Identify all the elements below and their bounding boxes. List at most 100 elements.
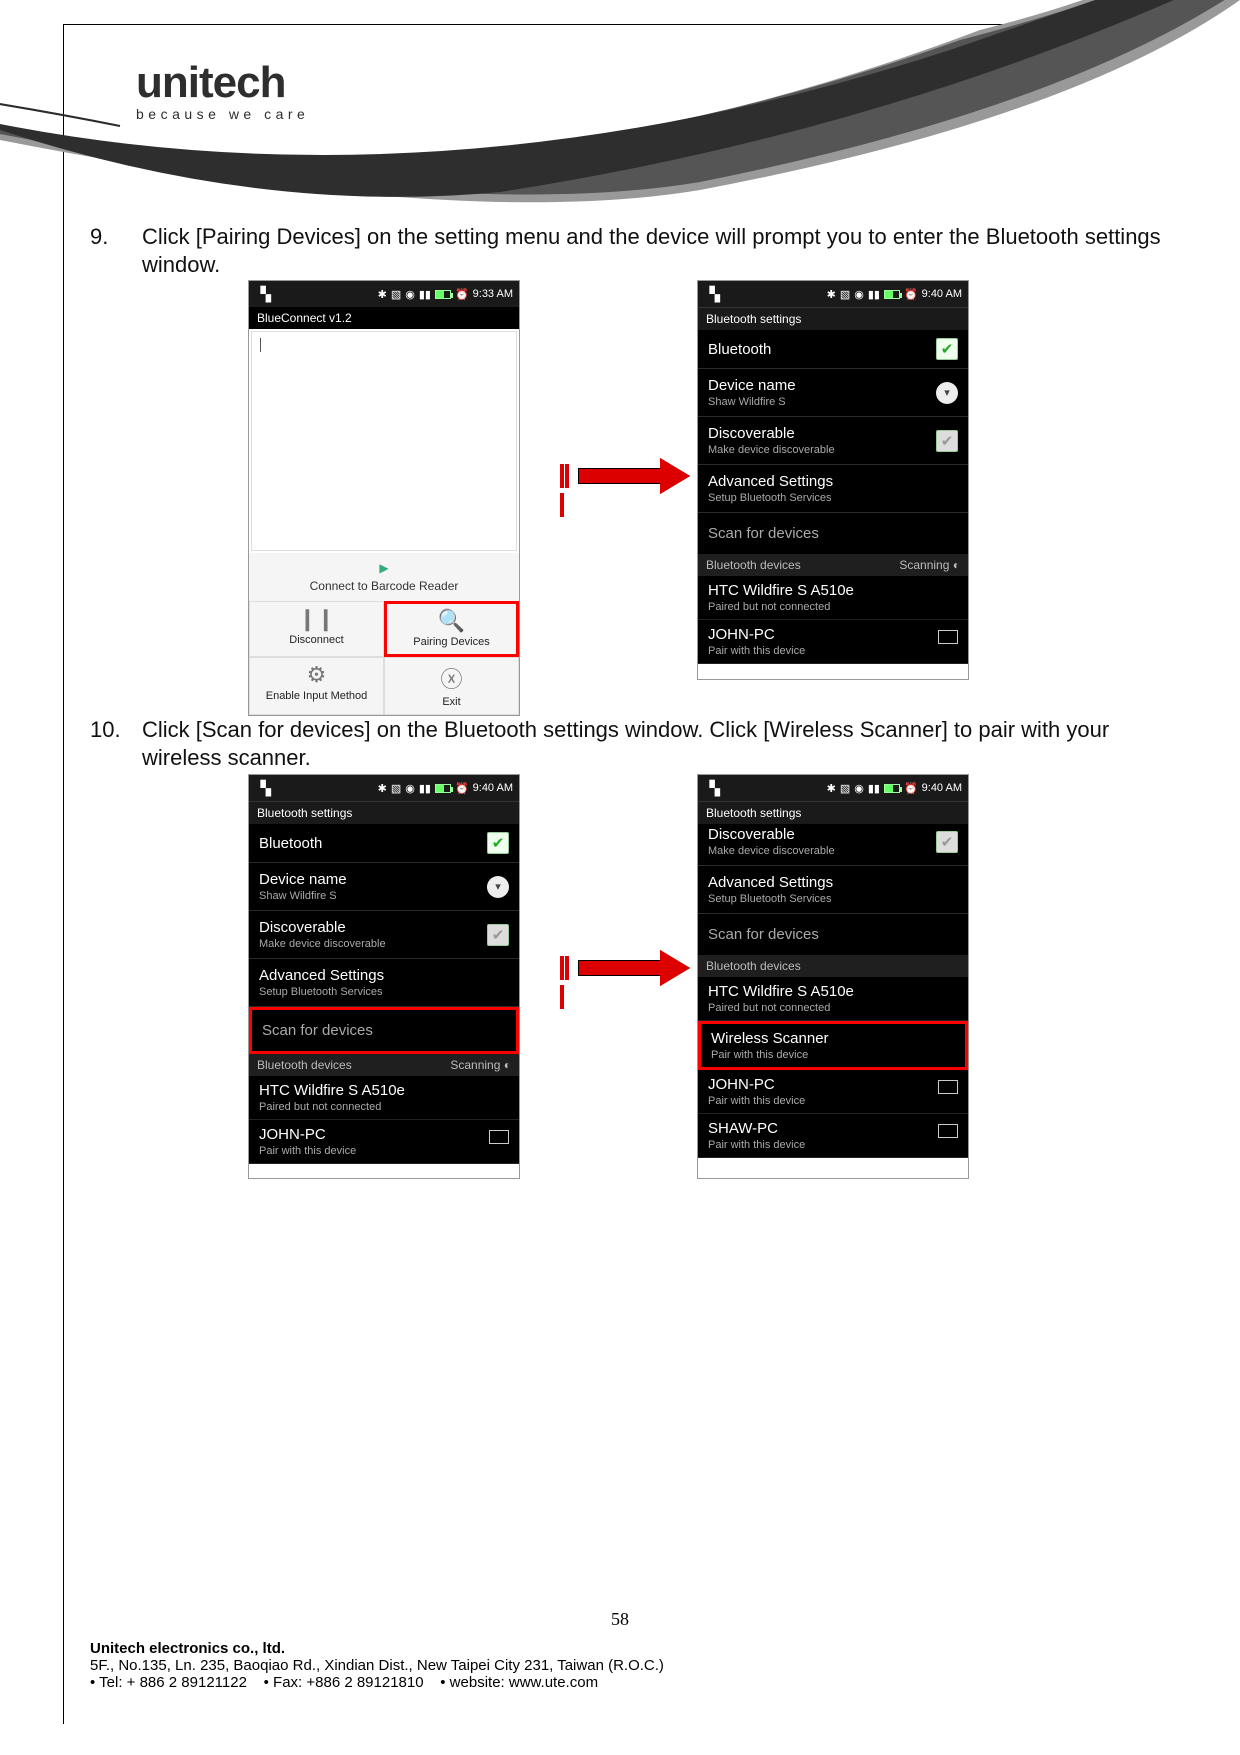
battery-icon: [435, 784, 451, 793]
pairing-label: Pairing Devices: [413, 636, 489, 648]
device-name-label: Device name: [259, 871, 347, 888]
vibrate-icon: ▧: [840, 782, 850, 795]
bt-devices-section: Bluetooth devices Scanning ◐: [249, 1054, 519, 1076]
signal-icon: ▮▮: [868, 782, 880, 795]
signal-icon: ▮▮: [419, 782, 431, 795]
notif-icon: ▝▖: [255, 780, 277, 797]
phone-bt-settings-2: ▝▖ ✱▧◉▮▮ ⏰ 9:40 AM Bluetooth settings Bl…: [248, 774, 520, 1179]
step-9: 9. Click [Pairing Devices] on the settin…: [90, 223, 1180, 278]
device-john[interactable]: JOHN-PC Pair with this device: [249, 1120, 519, 1164]
page-number: 58: [90, 1609, 1150, 1630]
text-input-area[interactable]: [251, 331, 517, 551]
checkbox-off-icon[interactable]: ✔: [936, 430, 958, 452]
bt-toggle-row[interactable]: Bluetooth ✔: [249, 824, 519, 863]
checkbox-on-icon[interactable]: ✔: [487, 832, 509, 854]
notif-icon: ▝▖: [255, 286, 277, 303]
status-bar: ▝▖ ✱▧◉▮▮ ⏰ 9:40 AM: [698, 775, 968, 801]
device-name-value: Shaw Wildfire S: [259, 890, 347, 902]
battery-icon: [884, 784, 900, 793]
advanced-row[interactable]: Advanced SettingsSetup Bluetooth Service…: [698, 866, 968, 914]
wifi-icon: ◉: [854, 782, 864, 795]
logo-tagline: because we care: [136, 106, 309, 122]
checkbox-on-icon[interactable]: ✔: [936, 338, 958, 360]
status-bar: ▝▖ ✱ ▧ ◉ ▮▮ ⏰ 9:40 AM: [698, 281, 968, 307]
step-10-container: 10. Click [Scan for devices] on the Blue…: [90, 716, 1180, 777]
device-name: JOHN-PC: [708, 626, 958, 643]
pairing-devices-button[interactable]: 🔍 Pairing Devices: [384, 601, 519, 657]
device-name: HTC Wildfire S A510e: [708, 582, 958, 599]
status-time: 9:33 AM: [473, 288, 513, 300]
connect-label: Connect to Barcode Reader: [310, 579, 459, 593]
device-name-row[interactable]: Device name Shaw Wildfire S ▾: [698, 369, 968, 417]
section-label: Bluetooth devices: [706, 959, 801, 973]
device-htc[interactable]: HTC Wildfire S A510e Paired but not conn…: [698, 977, 968, 1021]
scan-for-devices-row[interactable]: Scan for devices: [698, 513, 968, 554]
discoverable-row[interactable]: Discoverable Make device discoverable ✔: [698, 417, 968, 465]
discoverable-label: Discoverable: [708, 826, 835, 843]
device-shaw[interactable]: SHAW-PC Pair with this device: [698, 1114, 968, 1158]
section-label: Bluetooth devices: [706, 558, 801, 572]
disconnect-button[interactable]: ❙❙ Disconnect: [249, 601, 384, 657]
device-name: HTC Wildfire S A510e: [708, 983, 958, 1000]
enable-input-button[interactable]: ⚙ Enable Input Method: [249, 657, 384, 715]
alarm-icon: ⏰: [904, 288, 918, 301]
discoverable-row[interactable]: DiscoverableMake device discoverable ✔: [698, 824, 968, 866]
signal-icon: ▮▮: [419, 288, 431, 301]
section-label: Bluetooth devices: [257, 1058, 352, 1072]
bt-devices-section: Bluetooth devices: [698, 955, 968, 977]
bt-label: Bluetooth: [259, 835, 322, 852]
step-text: Click [Pairing Devices] on the setting m…: [142, 223, 1180, 278]
tel: Tel: + 886 2 89121122: [90, 1674, 247, 1691]
wifi-icon: ◉: [405, 782, 415, 795]
discoverable-label: Discoverable: [708, 425, 835, 442]
status-time: 9:40 AM: [922, 288, 962, 300]
device-name-label: Device name: [708, 377, 796, 394]
scanning-label: Scanning ◐: [899, 558, 960, 572]
device-wireless-scanner[interactable]: Wireless Scanner Pair with this device: [698, 1021, 968, 1070]
bt-toggle-row[interactable]: Bluetooth ✔: [698, 330, 968, 369]
device-name-value: Shaw Wildfire S: [708, 396, 796, 408]
device-john[interactable]: JOHN-PC Pair with this device: [698, 1070, 968, 1114]
device-htc[interactable]: HTC Wildfire S A510e Paired but not conn…: [698, 576, 968, 620]
discoverable-sub: Make device discoverable: [259, 938, 386, 950]
advanced-label: Advanced Settings: [708, 473, 833, 490]
device-name-row[interactable]: Device nameShaw Wildfire S ▾: [249, 863, 519, 911]
battery-icon: [435, 290, 451, 299]
connect-row[interactable]: ▶ Connect to Barcode Reader: [249, 553, 519, 601]
advanced-sub: Setup Bluetooth Services: [708, 893, 833, 905]
scan-for-devices-row[interactable]: Scan for devices: [249, 1007, 519, 1054]
scan-label: Scan for devices: [708, 926, 819, 943]
notif-icon: ▝▖: [704, 286, 726, 303]
notif-icon: ▝▖: [704, 780, 726, 797]
magnifier-icon: 🔍: [387, 608, 516, 634]
advanced-sub: Setup Bluetooth Services: [708, 492, 833, 504]
vibrate-icon: ▧: [391, 782, 401, 795]
device-htc[interactable]: HTC Wildfire S A510e Paired but not conn…: [249, 1076, 519, 1120]
discoverable-label: Discoverable: [259, 919, 386, 936]
exit-button[interactable]: ⓧ Exit: [384, 657, 519, 715]
discoverable-row[interactable]: Discoverable Make device discoverable ✔: [249, 911, 519, 959]
alarm-icon: ⏰: [455, 288, 469, 301]
battery-icon: [884, 290, 900, 299]
device-john[interactable]: JOHN-PC Pair with this device: [698, 620, 968, 664]
advanced-row[interactable]: Advanced SettingsSetup Bluetooth Service…: [249, 959, 519, 1007]
device-name: JOHN-PC: [259, 1126, 509, 1143]
device-status: Pair with this device: [708, 645, 958, 657]
checkbox-off-icon[interactable]: ✔: [487, 924, 509, 946]
device-status: Paired but not connected: [708, 1002, 958, 1014]
bluetooth-icon: ✱: [827, 288, 836, 301]
arrow-right-1: [560, 458, 690, 494]
device-name: HTC Wildfire S A510e: [259, 1082, 509, 1099]
advanced-row[interactable]: Advanced Settings Setup Bluetooth Servic…: [698, 465, 968, 513]
bluetooth-icon: ✱: [378, 782, 387, 795]
exit-label: Exit: [442, 696, 460, 708]
scanning-label: Scanning ◐: [450, 1058, 511, 1072]
alarm-icon: ⏰: [904, 782, 918, 795]
step-10: 10. Click [Scan for devices] on the Blue…: [90, 716, 1180, 771]
vibrate-icon: ▧: [391, 288, 401, 301]
phone-blueconnect: ▝▖ ✱ ▧ ◉ ▮▮ ⏰ 9:33 AM BlueConnect v1.2 ▶…: [248, 280, 520, 716]
company-name: Unitech electronics co., ltd.: [90, 1640, 1150, 1657]
checkbox-off-icon[interactable]: ✔: [936, 831, 958, 853]
device-status: Pair with this device: [708, 1095, 958, 1107]
scan-for-devices-row[interactable]: Scan for devices: [698, 914, 968, 955]
